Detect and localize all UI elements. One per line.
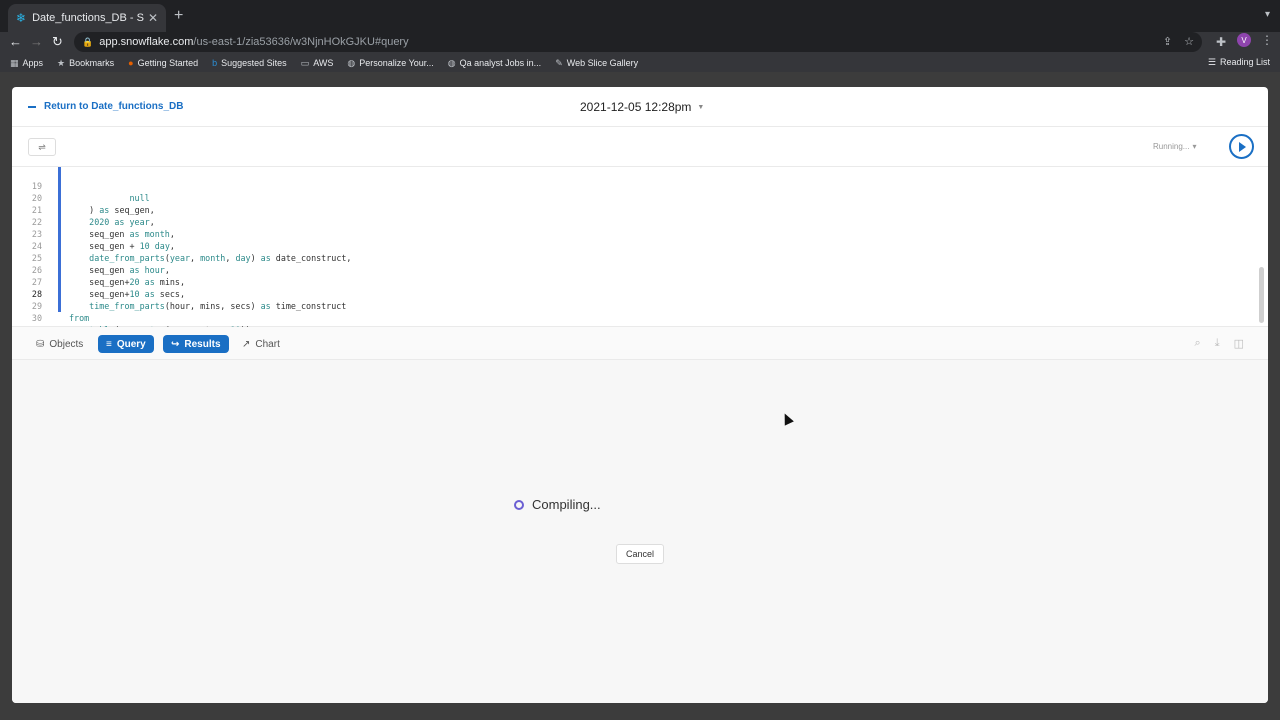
browser-toolbar: ← → ↻ 🔒 app.snowflake.com /us-east-1/zia… xyxy=(0,32,1280,54)
sliders-icon: ⇌ xyxy=(38,141,46,152)
code-text: from xyxy=(69,313,90,323)
bookmark-web-slice[interactable]: ✎ Web Slice Gallery xyxy=(555,58,638,69)
bookmark-bookmarks[interactable]: ★ Bookmarks xyxy=(57,58,114,69)
code-text: seq_gen + 10 day, xyxy=(69,241,175,251)
tab-chart[interactable]: ↗ Chart xyxy=(234,335,288,353)
bing-icon: b xyxy=(212,58,218,68)
tab-title: Date_functions_DB - Snowflak xyxy=(32,12,144,24)
code-line: 24 date_from_parts(year, month, day) as … xyxy=(31,241,352,263)
browser-tab[interactable]: ❄ Date_functions_DB - Snowflak ✕ xyxy=(8,4,166,32)
snowflake-icon: ❄ xyxy=(16,11,27,25)
reload-icon[interactable]: ↻ xyxy=(52,34,63,50)
code-text: seq_gen as hour, xyxy=(69,265,170,275)
bookmark-suggested-sites[interactable]: b Suggested Sites xyxy=(212,58,287,68)
reading-list-icon: ☰ xyxy=(1207,57,1216,67)
code-line: 27 seq_gen+10 as secs, xyxy=(31,277,186,299)
code-line: 28 time_from_parts(hour, mins, secs) as … xyxy=(31,289,347,311)
cancel-button[interactable]: Cancel xyxy=(616,544,664,564)
new-tab-icon[interactable]: + xyxy=(174,7,183,25)
close-tab-icon[interactable]: ✕ xyxy=(148,11,158,25)
chevron-down-icon: ▼ xyxy=(697,103,705,111)
database-icon: ⛁ xyxy=(36,338,45,350)
results-tabbar: ⛁ Objects ≡ Query ↪ Results ↗ Chart ⌕ ⤓ ◫ xyxy=(12,327,1268,360)
code-line: 29 from xyxy=(31,301,90,323)
return-arrow-icon: ↪ xyxy=(171,338,180,350)
loading-spinner-icon xyxy=(514,499,524,510)
url-path: /us-east-1/zia53636/w3NjnHOkGJKU#query xyxy=(193,36,409,48)
tab-objects[interactable]: ⛁ Objects xyxy=(28,335,91,353)
bookmark-aws[interactable]: ▭ AWS xyxy=(301,58,334,69)
globe-icon: ◍ xyxy=(447,57,456,68)
code-text: time_from_parts(hour, mins, secs) as tim… xyxy=(89,301,347,311)
code-text: 2020 as year, xyxy=(89,217,155,227)
bookmark-getting-started[interactable]: ● Getting Started xyxy=(128,58,198,68)
code-line: 21 2020 as year, xyxy=(31,205,155,227)
snowflake-worksheet: Return to Date_functions_DB 2021-12-05 1… xyxy=(12,87,1268,703)
code-text: seq_gen+10 as secs, xyxy=(69,289,186,299)
code-line: 25 seq_gen as hour, xyxy=(31,253,170,275)
worksheet-title[interactable]: 2021-12-05 12:28pm ▼ xyxy=(580,100,704,114)
extensions-puzzle-icon[interactable]: ✚ xyxy=(1216,35,1226,49)
star-icon: ★ xyxy=(57,57,66,68)
return-link[interactable]: Return to Date_functions_DB xyxy=(28,101,183,112)
code-text: date_from_parts(year, month, day) as dat… xyxy=(89,253,352,263)
tab-results[interactable]: ↪ Results xyxy=(163,335,229,353)
running-status[interactable]: Running... ▾ xyxy=(1153,142,1196,151)
code-line: 30 table(generator(rowcount => 10)); xyxy=(12,300,256,335)
search-icon[interactable]: ⌕ xyxy=(1195,337,1201,350)
forward-arrow-icon[interactable]: → xyxy=(30,34,43,49)
share-icon[interactable]: ⇪ xyxy=(1163,35,1172,48)
code-text: null xyxy=(69,193,150,203)
editor-scrollbar[interactable] xyxy=(1259,267,1264,323)
code-line: 20 ) as seq_gen, xyxy=(31,193,155,215)
play-icon xyxy=(1239,141,1246,152)
selection-gutter-bar xyxy=(58,167,61,312)
code-line: 26 seq_gen+20 as mins, xyxy=(31,265,186,287)
sql-editor[interactable]: 19 null 20 ) as seq_gen, 21 2020 as year… xyxy=(12,167,1268,335)
run-button[interactable] xyxy=(1229,134,1254,159)
address-bar[interactable]: 🔒 app.snowflake.com /us-east-1/zia53636/… xyxy=(74,32,1202,52)
compiling-status: Compiling... xyxy=(514,497,601,512)
code-text: ) as seq_gen, xyxy=(69,205,155,215)
download-icon[interactable]: ⤓ xyxy=(1215,337,1220,350)
back-arrow-icon[interactable]: ← xyxy=(9,34,22,49)
profile-avatar[interactable]: V xyxy=(1237,33,1251,47)
folder-icon: ▭ xyxy=(300,57,310,68)
settings-sliders-button[interactable]: ⇌ xyxy=(28,138,56,156)
bookmark-personalize[interactable]: ◍ Personalize Your... xyxy=(347,58,433,69)
apps-grid-icon: ▦ xyxy=(10,57,19,68)
worksheet-header: Return to Date_functions_DB 2021-12-05 1… xyxy=(12,87,1268,127)
results-panel: Compiling... Cancel xyxy=(12,360,1268,703)
browser-tabstrip: ❄ Date_functions_DB - Snowflak ✕ + ▾ xyxy=(0,0,1280,32)
tab-search-icon[interactable]: ▾ xyxy=(1265,9,1270,20)
lock-icon: 🔒 xyxy=(82,36,94,47)
browser-menu-icon[interactable]: ⋮ xyxy=(1261,33,1273,47)
editor-toolbar: ⇌ Running... ▾ xyxy=(12,127,1268,167)
bookmarks-bar: ▦ Apps ★ Bookmarks ● Getting Started b Sugge… xyxy=(0,54,1280,72)
code-line: 23 seq_gen + 10 day, xyxy=(31,229,175,251)
reading-list[interactable]: ☰ Reading List xyxy=(1208,57,1270,68)
tab-query[interactable]: ≡ Query xyxy=(98,335,154,353)
url-host: app.snowflake.com xyxy=(99,36,194,48)
bookmark-star-icon[interactable]: ☆ xyxy=(1184,35,1194,48)
back-dash-icon xyxy=(28,105,36,108)
code-text: seq_gen as month, xyxy=(69,229,175,239)
line-chart-icon: ↗ xyxy=(242,338,251,350)
split-panel-icon[interactable]: ◫ xyxy=(1234,337,1244,350)
code-line: 22 seq_gen as month, xyxy=(31,217,175,239)
code-line: 19 null xyxy=(31,181,150,203)
globe-icon: ◍ xyxy=(347,57,356,68)
lines-icon: ≡ xyxy=(106,338,112,350)
bookmark-qa-jobs[interactable]: ◍ Qa analyst Jobs in... xyxy=(448,58,541,69)
firefox-icon: ● xyxy=(128,58,134,68)
slice-icon: ✎ xyxy=(555,57,563,68)
code-text: seq_gen+20 as mins, xyxy=(69,277,186,287)
bookmark-apps[interactable]: ▦ Apps xyxy=(10,58,43,69)
chevron-down-icon: ▾ xyxy=(1192,142,1197,151)
